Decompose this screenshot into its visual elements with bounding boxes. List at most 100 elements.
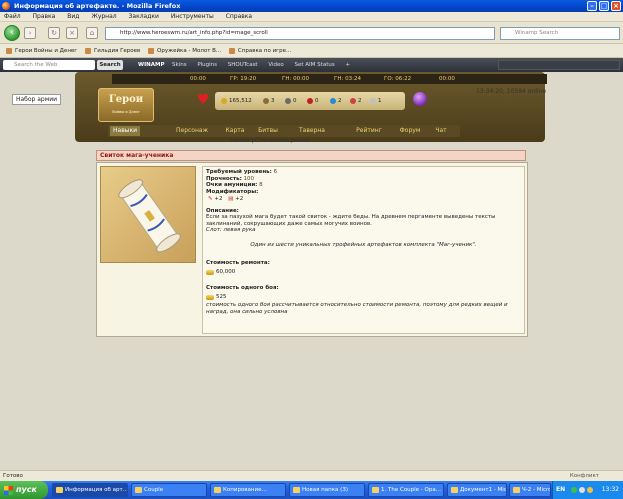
menu-file[interactable]: Файл [4,13,21,20]
toolbar-add-icon[interactable]: + [345,62,350,68]
system-tray: EN 13:32 [552,481,623,499]
level-value: 6 [273,169,278,175]
modifier-value: +2 [235,196,244,202]
menu-view[interactable]: Вид [67,13,79,20]
battle-cost-label: Стоимость одного боя: [206,285,279,291]
menu-bookmarks[interactable]: Закладки [129,13,159,20]
time-slot: 00:00 [190,76,206,82]
artifact-info: Требуемый уровень: 6 Прочность: 100 Очки… [202,166,525,334]
time-slot: ГН: 03:24 [334,76,361,82]
status-right: Конфликт [569,473,599,479]
toolbar-search-input[interactable]: Search the Web [3,60,95,70]
bookmarks-bar: Герои Войны и Денег Гильдия Героев Оруже… [0,44,623,58]
language-indicator[interactable]: EN [556,481,565,499]
description-text: Если за пазухой мага будет такой свиток … [206,214,496,227]
logo-text: Герои [108,94,144,105]
repair-cost: 60,000 [206,269,521,276]
gems-resource: 1 [370,92,382,110]
time-slot: ГН: 00:00 [282,76,309,82]
reload-button[interactable]: ↻ [48,27,60,39]
sulfur-resource: 2 [330,92,342,110]
bookmark-item[interactable]: Оружейка - Молот В... [148,44,221,58]
bookmark-item[interactable]: Гильдия Героев [84,44,140,58]
home-button[interactable]: ⌂ [86,27,98,39]
winamp-label[interactable]: WINAMP [128,58,164,72]
menu-tools[interactable]: Инструменты [171,13,214,20]
url-input[interactable]: http://www.heroeswm.ru/art_info.php?id=m… [105,27,495,40]
sub-links[interactable]: Газета | Статистика рынка. [230,138,310,144]
toolbar-plugins[interactable]: Plugins [197,62,217,68]
clock: 13:32 [601,486,619,493]
tab-tavern[interactable]: Таверна [292,126,332,136]
durability-label: Прочность: [206,175,242,182]
crystal-resource: 2 [350,92,362,110]
toolbar-player-controls[interactable] [498,60,620,70]
menu-history[interactable]: Журнал [91,13,116,20]
health-heart-icon: ♥ [197,92,210,108]
web-search-input[interactable]: Winamp Search [500,27,620,40]
toolbar-skins[interactable]: Skins [172,62,187,68]
taskbar-item[interactable]: Копирование... [210,483,286,497]
close-button[interactable]: × [611,1,621,11]
taskbar-item[interactable]: Информация об арт... [52,483,128,497]
tab-chat[interactable]: Чат [430,126,452,136]
toolbar-shoutcast[interactable]: SHOUTcast [228,62,258,68]
ammo-label: Очки амуниции: [206,182,258,188]
tab-rating[interactable]: Рейтинг [349,126,389,136]
back-button[interactable]: ‹ [4,25,20,41]
nav-bar: ‹ › ↻ × ⌂ http://www.heroeswm.ru/art_inf… [0,22,623,44]
tray-icon[interactable] [587,487,593,493]
taskbar-item[interactable]: Документ1 - Micros... [447,483,507,497]
slot-text: Слот: левая рука [206,227,256,233]
stop-button[interactable]: × [66,27,78,39]
tab-forum[interactable]: Форум [396,126,424,136]
taskbar-item[interactable]: Couple [131,483,207,497]
army-recruit-button[interactable]: Набор армии [12,94,61,105]
ore-resource: 0 [285,92,297,110]
bookmark-item[interactable]: Справка по игре... [228,44,291,58]
tray-icon[interactable] [579,487,585,493]
tab-battles[interactable]: Битвы [253,126,283,136]
maximize-button[interactable]: □ [599,1,609,11]
taskbar-item[interactable]: 1. The Couple - Ора... [368,483,444,497]
artifact-image [100,166,196,263]
battle-cost-note: стоимость одного боя рассчитывается отно… [206,302,508,315]
toolbar-video[interactable]: Video [268,62,283,68]
tab-map[interactable]: Карта [222,126,248,136]
toolbar-aim-status[interactable]: Set AIM Status [295,62,335,68]
tab-character[interactable]: Персонаж [170,126,214,136]
artifact-panel: Требуемый уровень: 6 Прочность: 100 Очки… [96,162,528,337]
url-text: http://www.heroeswm.ru/art_info.php?id=m… [120,30,268,36]
forward-button[interactable]: › [24,27,36,39]
winamp-toolbar: Search the Web Search WINAMP Skins Plugi… [0,58,623,72]
window-title: Информация об артефакте. - Mozilla Firef… [14,2,181,10]
server-time: 13:34:20, 10594 online [476,88,547,95]
menu-help[interactable]: Справка [226,13,252,20]
start-button[interactable]: пуск [0,481,48,499]
description-label: Описание: [206,207,239,214]
taskbar-item[interactable]: Ч-2 - Microsoft E... [509,483,551,497]
minimize-button[interactable]: – [587,1,597,11]
mana-orb-icon [413,92,427,106]
repair-cost-value: 60,000 [216,268,236,275]
tray-icon[interactable] [571,487,577,493]
menu-edit[interactable]: Правка [33,13,56,20]
tab-skills[interactable]: Навыки [110,126,140,136]
toolbar-search-button[interactable]: Search [97,60,123,70]
set-text: Один из шести уникальных трофейных артеф… [250,241,477,248]
gold-resource: 165,512 [221,92,252,110]
wood-resource: 3 [263,92,275,110]
repair-label: Стоимость ремонта: [206,260,270,266]
battle-cost: 525 [206,294,521,301]
modifier-value: +2 [214,196,223,202]
firefox-icon [2,2,10,10]
game-nav-tabs: Навыки Персонаж Карта Битвы Таверна Рейт… [108,125,460,137]
game-logo[interactable]: Герои Войны и Денег [98,88,154,122]
taskbar-item[interactable]: Новая папка (3) [289,483,365,497]
resources-bar: 165,512 3 0 0 2 2 1 [215,92,405,110]
time-slot: ГО: 06:22 [384,76,412,82]
web-search-placeholder: Winamp Search [515,30,559,36]
time-bar: 00:00 ГР: 19:20 ГН: 00:00 ГН: 03:24 ГО: … [112,74,547,84]
bookmark-item[interactable]: Герои Войны и Денег [6,44,77,58]
windows-logo-icon [4,486,13,495]
